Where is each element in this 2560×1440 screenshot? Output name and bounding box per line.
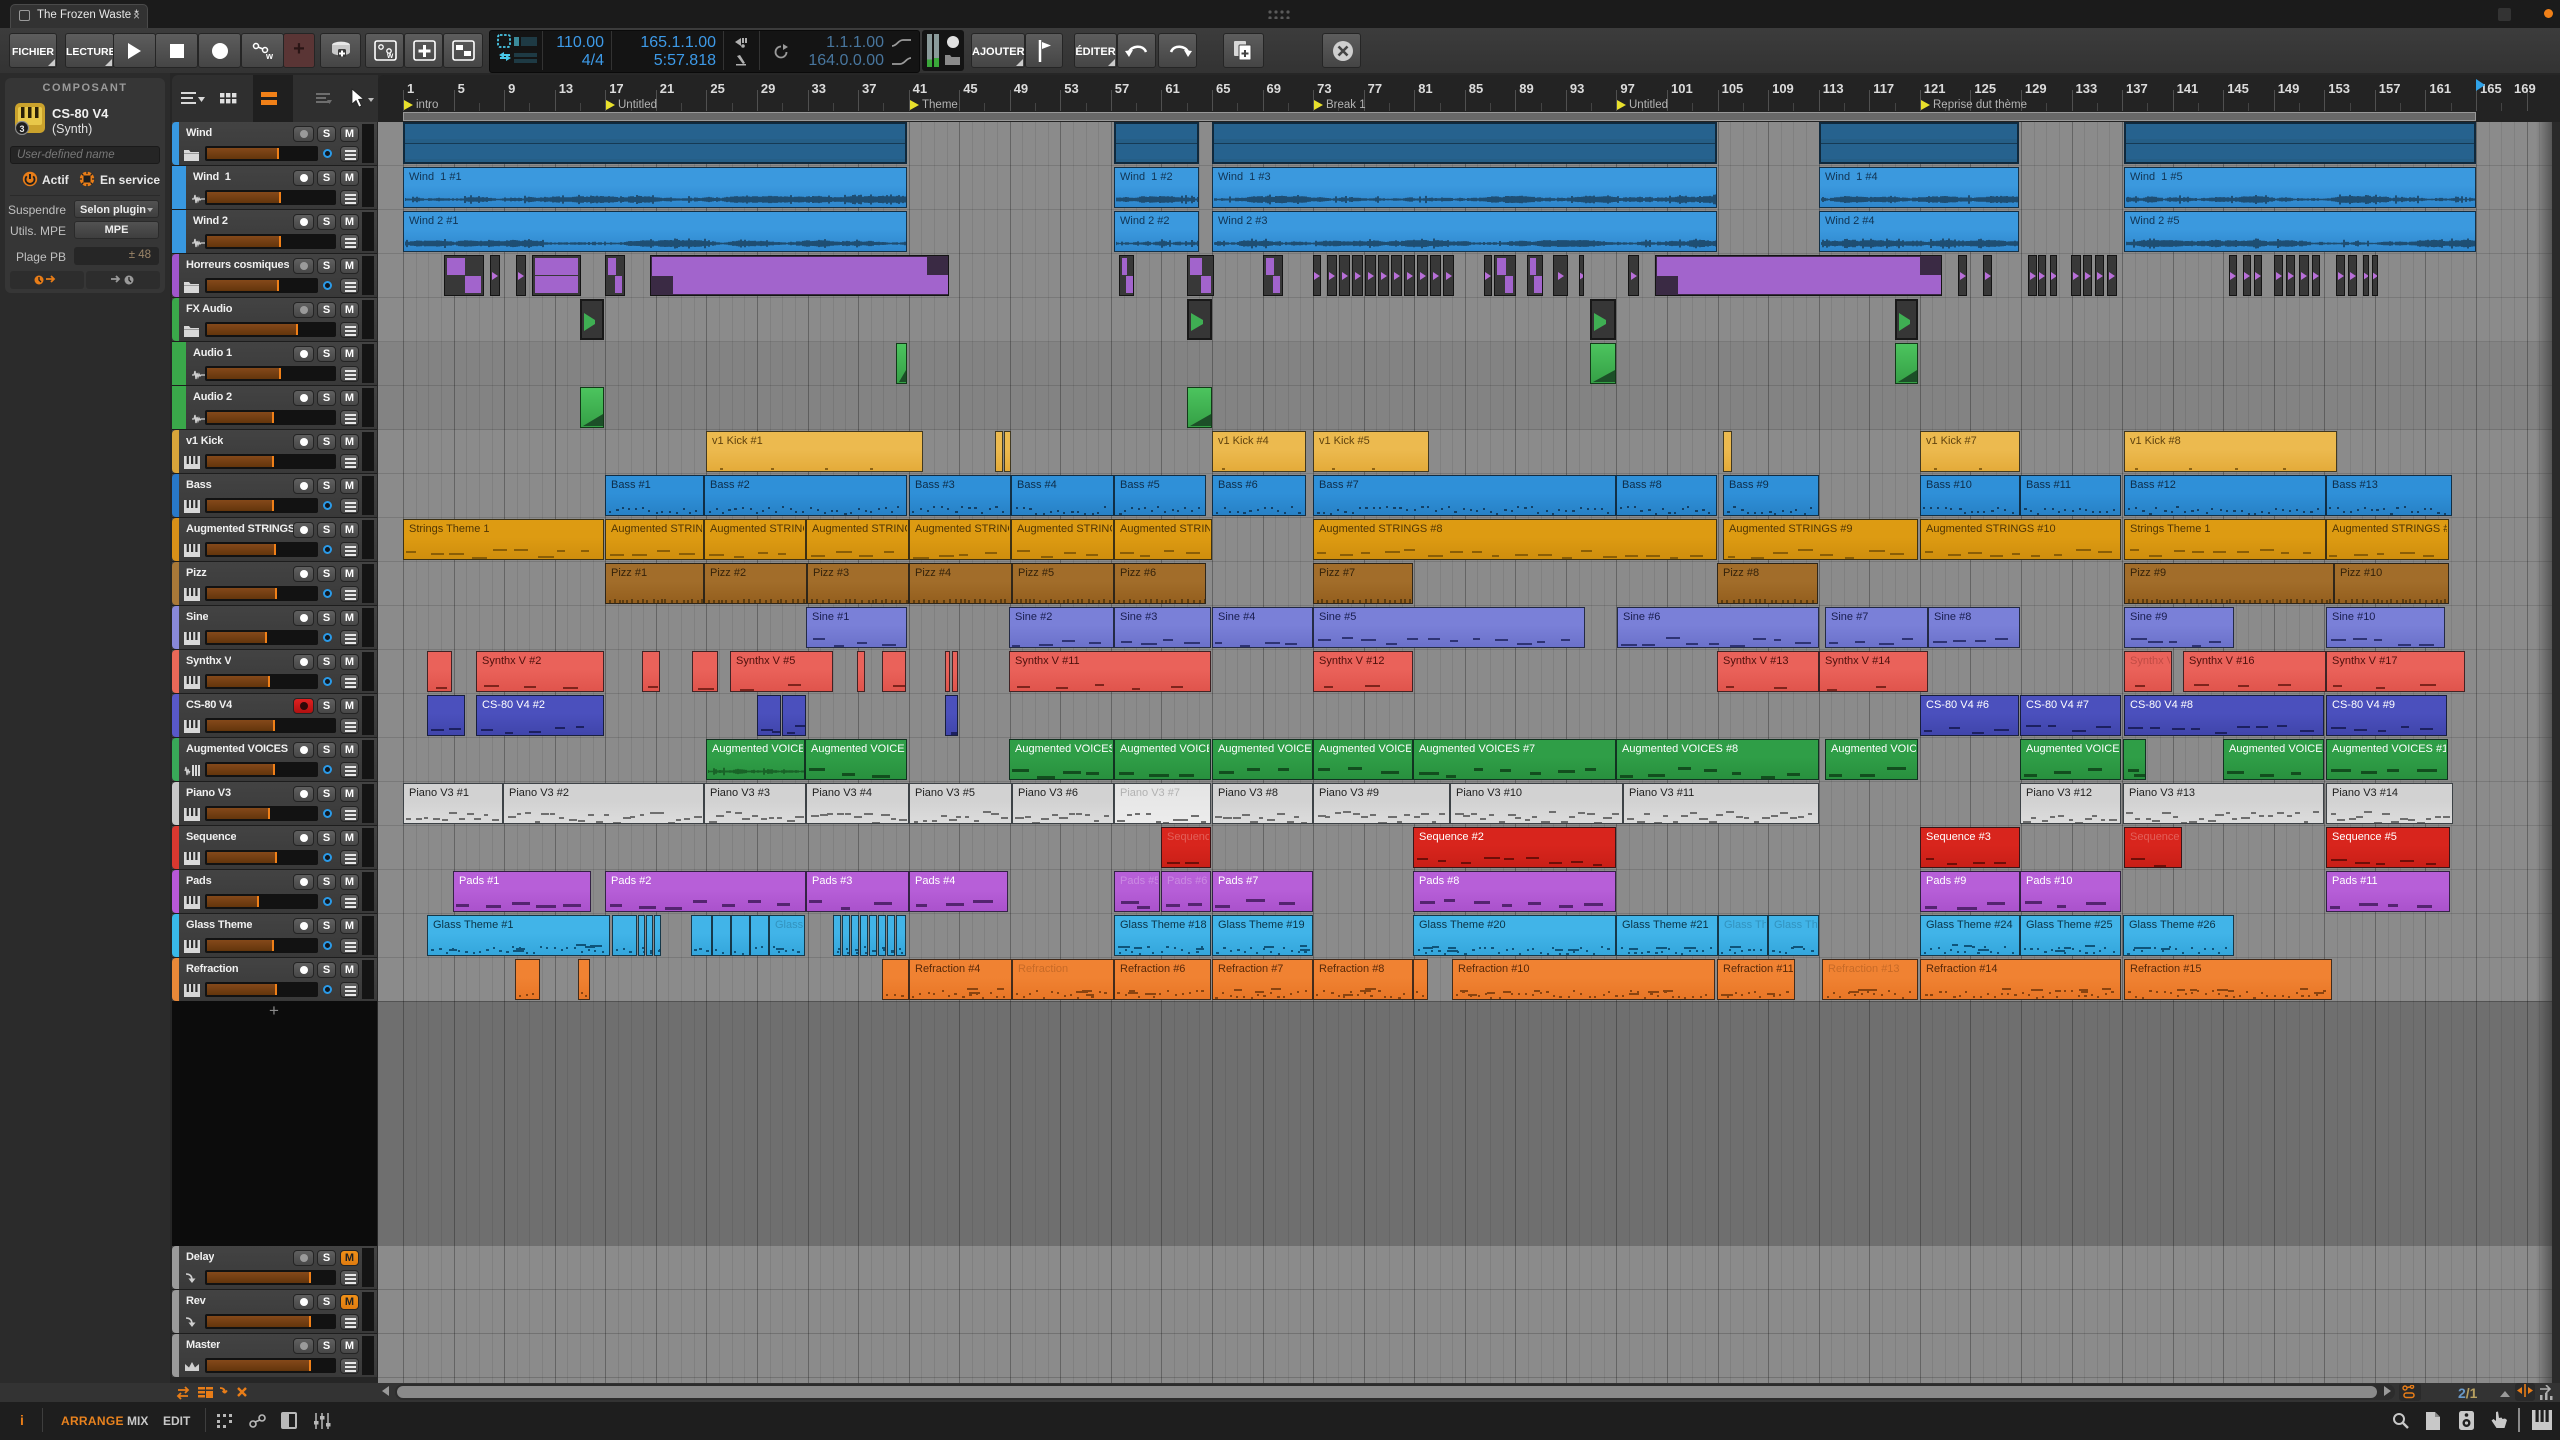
svg-text:w: w — [386, 51, 394, 60]
svg-text:w: w — [265, 51, 274, 61]
